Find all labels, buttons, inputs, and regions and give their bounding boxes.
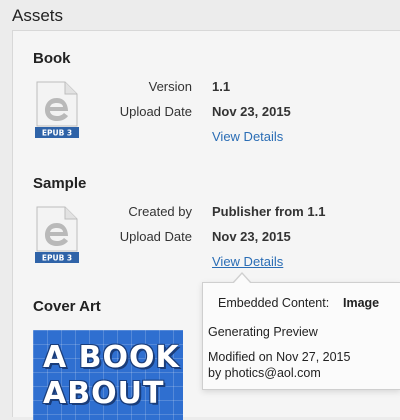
cover-text-line-2: ABOUT	[43, 376, 165, 411]
cover-art-image[interactable]: A BOOK ABOUT	[33, 330, 183, 420]
modified-by: by photics@aol.com	[208, 366, 321, 380]
created-by-label: Created by	[128, 204, 192, 219]
embedded-content-label: Embedded Content:	[218, 296, 330, 310]
upload-date-value: Nov 23, 2015	[212, 229, 291, 244]
book-section-title: Book	[33, 50, 71, 67]
book-view-details-link[interactable]: View Details	[212, 129, 283, 144]
version-value: 1.1	[212, 79, 231, 94]
upload-date-value: Nov 23, 2015	[212, 104, 291, 119]
preview-status: Generating Preview	[208, 325, 318, 339]
created-by-value: Publisher from 1.1	[212, 204, 326, 219]
assets-header: Assets	[0, 0, 400, 34]
sample-view-details-link[interactable]: View Details	[212, 254, 283, 269]
page-title: Assets	[12, 6, 64, 25]
modified-date: Modified on Nov 27, 2015	[208, 350, 351, 364]
cover-text-line-1: A BOOK	[43, 340, 180, 375]
upload-date-label: Upload Date	[119, 229, 192, 244]
epub-badge-text: EPUB 3	[42, 254, 72, 263]
sample-section-title: Sample	[33, 175, 87, 192]
upload-date-label: Upload Date	[119, 104, 192, 119]
cover-art-section-title: Cover Art	[33, 298, 101, 315]
epub-file-icon[interactable]: EPUB 3	[33, 80, 81, 140]
embedded-content-value: Image	[343, 296, 380, 310]
version-label: Version	[148, 79, 192, 94]
epub-file-icon[interactable]: EPUB 3	[33, 205, 81, 265]
popover-arrow-fill	[233, 274, 251, 284]
epub-badge-text: EPUB 3	[42, 129, 72, 138]
